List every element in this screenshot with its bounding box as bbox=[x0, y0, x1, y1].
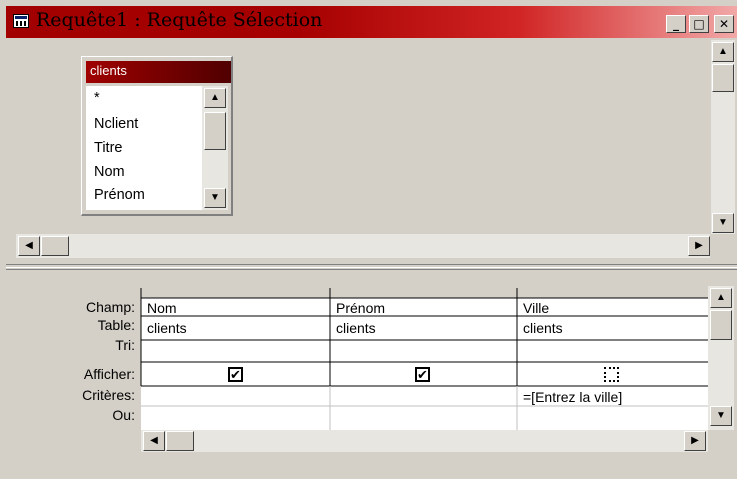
query-window: Requête1 : Requête Sélection _ □ ✕ clien… bbox=[0, 0, 737, 479]
row-label-table: Table: bbox=[97, 317, 135, 333]
row-label-afficher: Afficher: bbox=[83, 366, 135, 382]
afficher-checkbox[interactable]: ✔ bbox=[228, 367, 243, 382]
row-label-ou: Ou: bbox=[112, 407, 135, 423]
column-selector[interactable] bbox=[142, 289, 329, 297]
scroll-up-icon[interactable]: ▲ bbox=[710, 288, 732, 308]
grid-cell-table[interactable]: clients bbox=[518, 319, 563, 337]
grid-cell-table[interactable]: clients bbox=[331, 319, 376, 337]
scroll-right-icon[interactable]: ▶ bbox=[684, 431, 706, 451]
grid-cell-champ[interactable]: Ville bbox=[518, 299, 549, 317]
grid-cell-champ[interactable]: Nom bbox=[142, 299, 177, 317]
column-selector[interactable] bbox=[518, 289, 707, 297]
afficher-checkbox[interactable]: ✔ bbox=[415, 367, 430, 382]
row-label-criteres: Critères: bbox=[82, 387, 135, 403]
grid-cell-criteres[interactable]: =[Entrez la ville] bbox=[518, 388, 622, 406]
grid-hscrollbar[interactable] bbox=[141, 430, 708, 452]
query-grid-lines bbox=[140, 288, 708, 430]
grid-cell-champ[interactable]: Prénom bbox=[331, 299, 385, 317]
scroll-down-icon[interactable]: ▼ bbox=[710, 406, 732, 426]
grid-hscroll-thumb[interactable] bbox=[166, 431, 194, 451]
row-label-champ: Champ: bbox=[85, 299, 135, 315]
grid-cell-table[interactable]: clients bbox=[142, 319, 187, 337]
row-label-tri: Tri: bbox=[115, 337, 135, 353]
column-selector[interactable] bbox=[331, 289, 516, 297]
afficher-checkbox[interactable] bbox=[604, 367, 619, 382]
scroll-left-icon[interactable]: ◀ bbox=[143, 431, 165, 451]
grid-vscroll-thumb[interactable] bbox=[710, 310, 732, 340]
